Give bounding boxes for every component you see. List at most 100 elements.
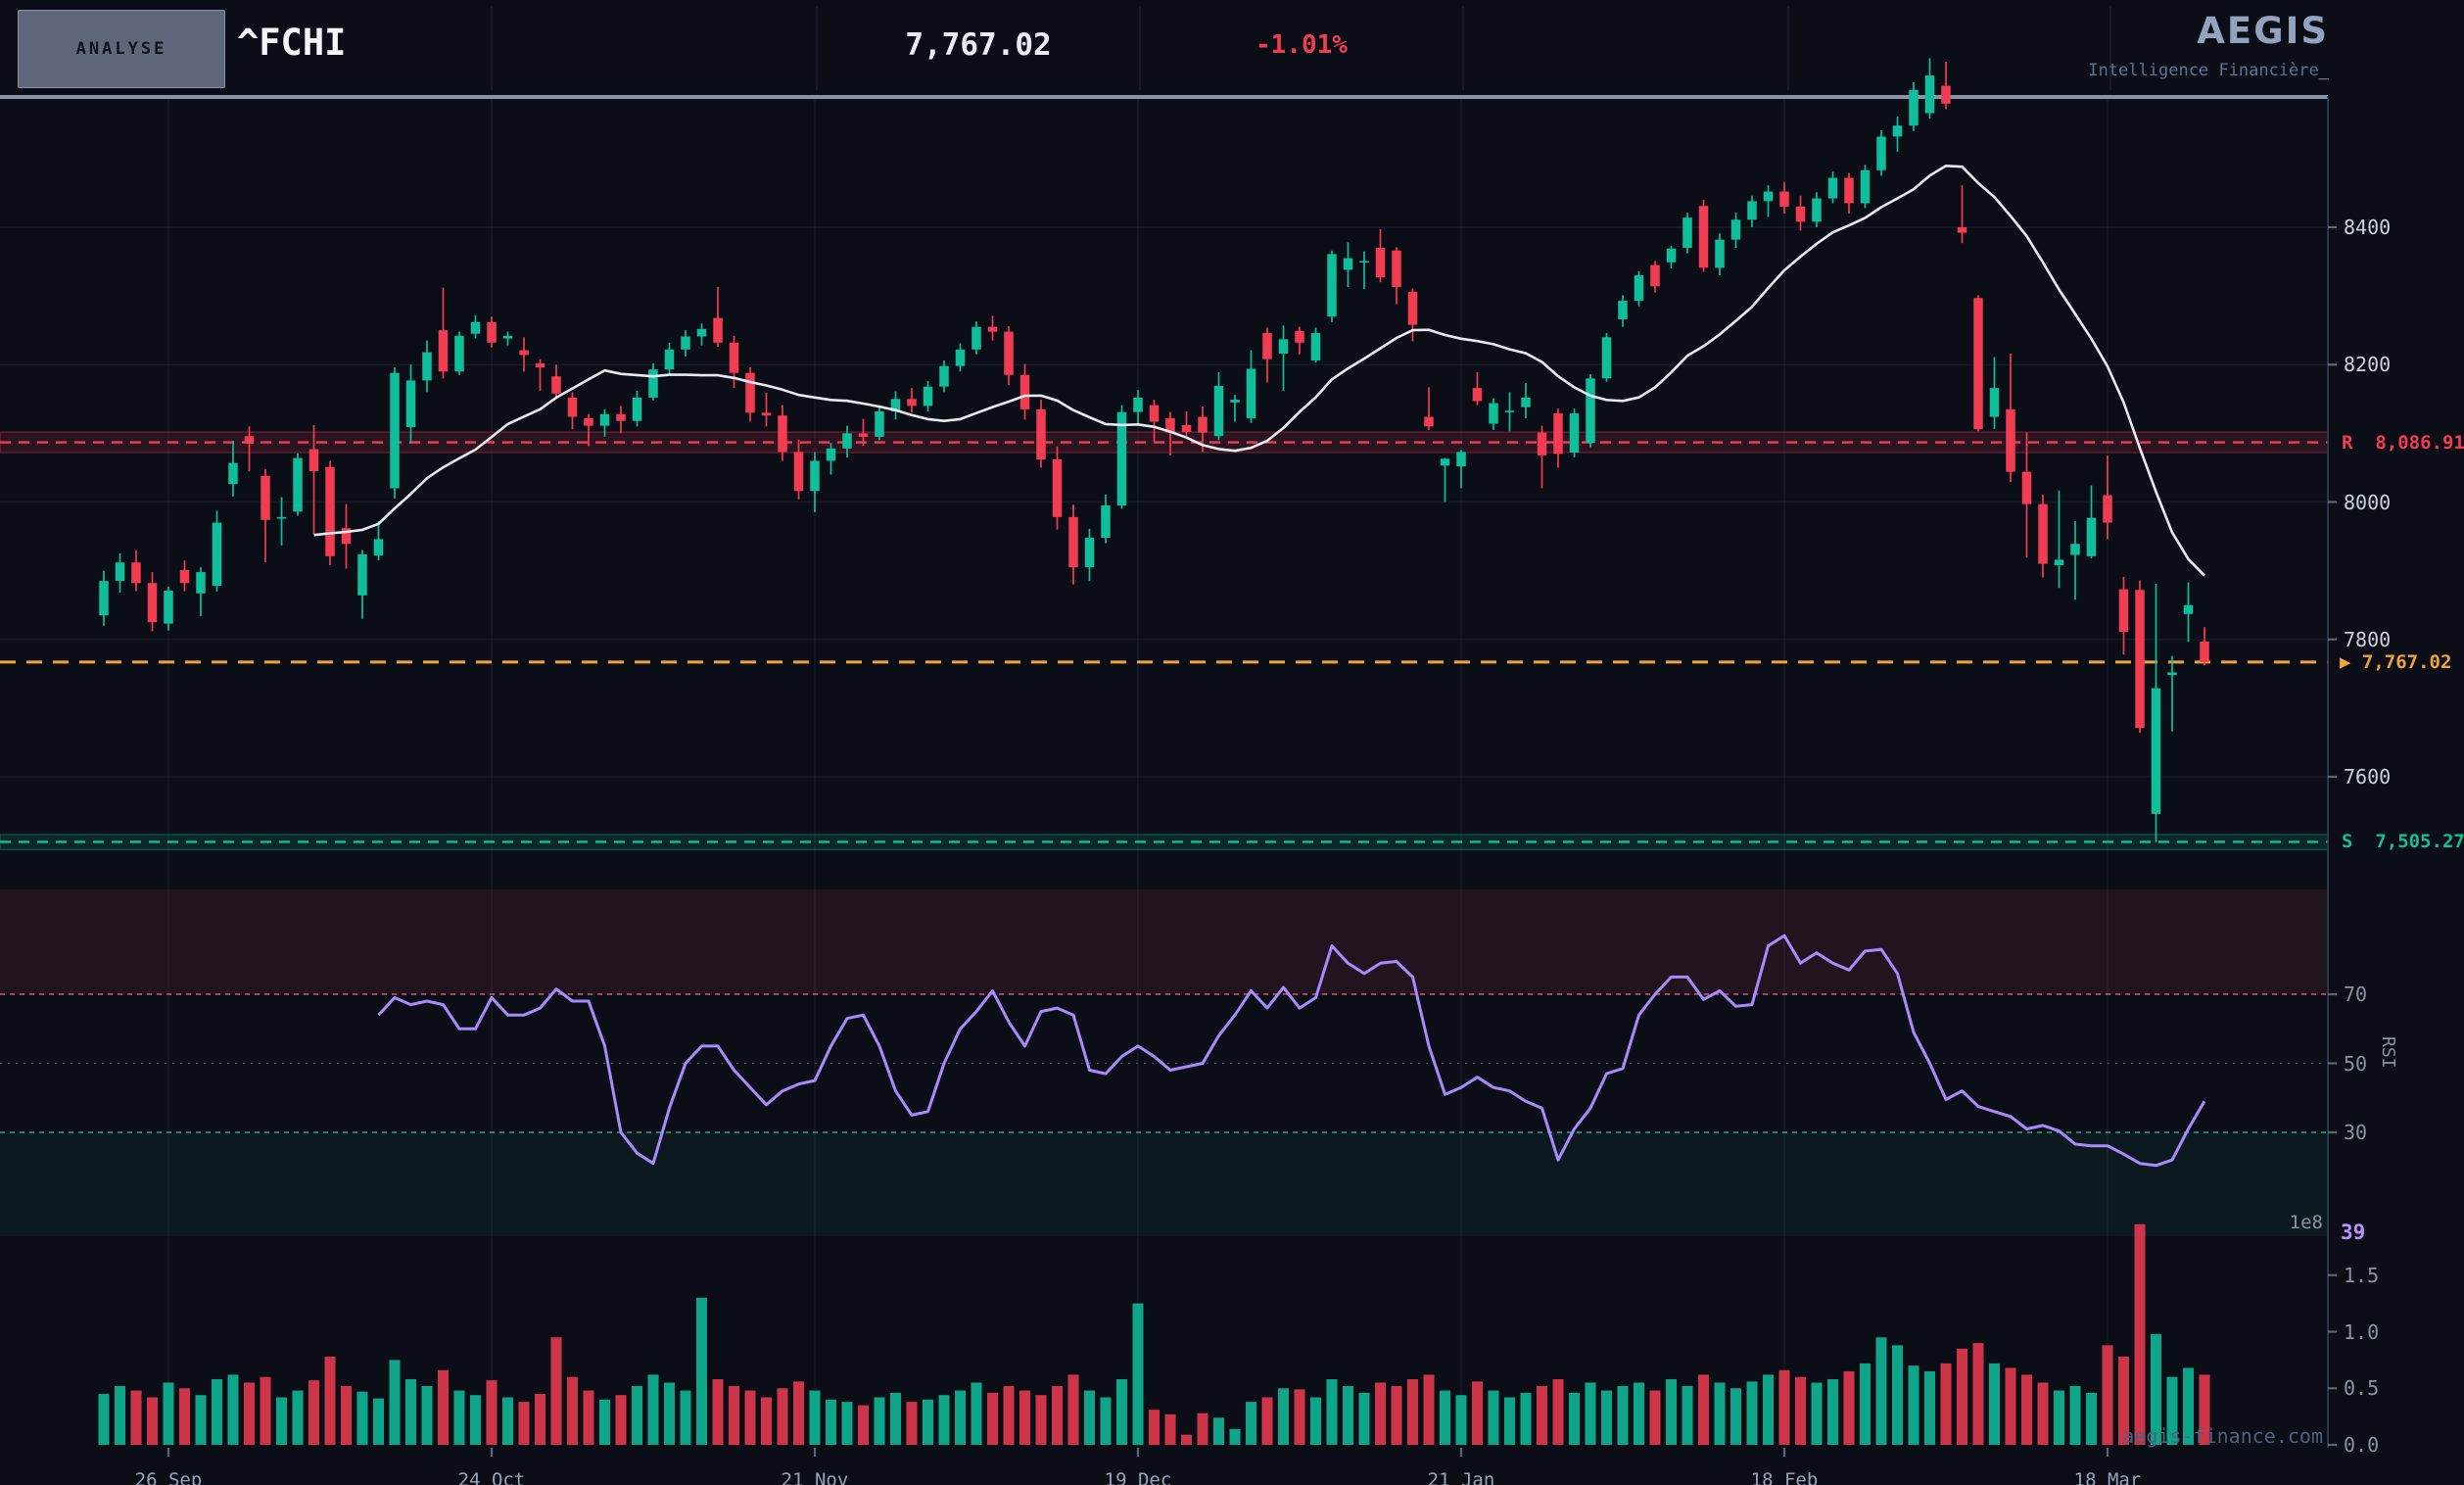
candle-body [1747, 201, 1757, 219]
volume-bar [858, 1406, 869, 1445]
volume-bar [1407, 1379, 1418, 1445]
candle-body [2103, 495, 2112, 522]
volume-bar [1730, 1388, 1741, 1445]
volume-bar [1019, 1391, 1030, 1445]
candle-body [1441, 458, 1450, 465]
candle-body [1182, 425, 1192, 432]
chart-canvas[interactable] [0, 0, 2464, 1485]
candle-body [406, 380, 416, 427]
volume-tick-label: 0.0 [2344, 1433, 2379, 1457]
date-tick-label: 26 Sep [135, 1469, 203, 1485]
volume-bar [357, 1392, 368, 1445]
candle-body [1020, 375, 1030, 409]
volume-bar [1569, 1393, 1580, 1445]
volume-bar [971, 1382, 982, 1445]
date-tick-label: 18 Mar [2074, 1469, 2142, 1485]
candle-body [1650, 265, 1660, 287]
candle-body [1521, 398, 1531, 407]
candle-body [956, 350, 966, 366]
volume-bar [1957, 1349, 1967, 1445]
volume-bar [212, 1379, 222, 1445]
volume-bar [1392, 1386, 1402, 1445]
resistance-level-label: R 8,086.91 [2342, 432, 2464, 454]
candle-body [1456, 452, 1466, 466]
candle-body [2152, 689, 2161, 814]
volume-bar [1634, 1382, 1644, 1445]
candle-body [1198, 417, 1208, 433]
volume-bar [276, 1397, 287, 1445]
volume-bar [1004, 1386, 1015, 1445]
volume-bar [373, 1399, 384, 1445]
candle-body [1150, 406, 1160, 422]
candle-body [1635, 275, 1644, 301]
candle-body [907, 399, 917, 406]
candle-body [503, 336, 513, 339]
candle-body [633, 398, 642, 421]
candle-body [1262, 333, 1272, 359]
candle-body [988, 327, 998, 332]
candle-body [1230, 400, 1240, 403]
candle-body [1327, 254, 1337, 316]
brand-subtitle: Intelligence Financière_ [1861, 61, 2329, 80]
candle-body [1844, 178, 1854, 204]
volume-bar [1747, 1381, 1758, 1445]
volume-bar [1068, 1374, 1079, 1445]
volume-bar [1827, 1379, 1838, 1445]
candle-body [1359, 261, 1369, 263]
volume-tick-label: 1.5 [2344, 1264, 2379, 1287]
trading-app: ANALYSE ^FCHI 7,767.02 -1.01% AEGIS Inte… [0, 0, 2464, 1485]
candle-body [1133, 398, 1143, 412]
rsi-last-value: 39 [2341, 1221, 2365, 1244]
candle-body [616, 414, 626, 421]
volume-bar [599, 1400, 610, 1445]
volume-bar [761, 1397, 772, 1445]
candle-body [1101, 505, 1111, 538]
price-tick-label: 8200 [2344, 353, 2391, 376]
volume-bar [1149, 1410, 1160, 1445]
volume-bar [1682, 1386, 1693, 1445]
volume-bar [729, 1386, 739, 1445]
candle-body [131, 562, 141, 583]
header-underline [0, 95, 2328, 99]
candle-body [536, 363, 545, 367]
price-tick-label: 8000 [2344, 491, 2391, 514]
candle-body [681, 336, 690, 349]
candle-body [600, 414, 610, 426]
volume-bar [422, 1386, 433, 1445]
candle-body [1779, 192, 1789, 207]
candle-body [1699, 206, 1709, 267]
candle-body [1279, 339, 1289, 354]
volume-bar [179, 1388, 190, 1445]
candle-body [762, 412, 772, 415]
candle-body [1538, 433, 1547, 455]
candle-body [1893, 125, 1903, 136]
volume-bar [1116, 1379, 1127, 1445]
candle-body [2184, 605, 2194, 614]
volume-bar [1230, 1429, 1241, 1445]
analyse-button[interactable]: ANALYSE [18, 10, 225, 88]
candle-body [309, 450, 319, 471]
volume-bar [2006, 1367, 2016, 1445]
volume-bar [1698, 1374, 1709, 1445]
volume-bar [1909, 1365, 1919, 1445]
volume-bar [1553, 1379, 1564, 1445]
date-tick-label: 21 Jan [1428, 1469, 1495, 1485]
volume-bar [405, 1379, 416, 1445]
candle-body [730, 343, 739, 373]
candle-body [116, 562, 125, 581]
volume-bar [1213, 1417, 1224, 1445]
volume-bar [745, 1391, 756, 1445]
brand-subtitle-text: Intelligence Financière [2088, 61, 2318, 80]
candle-body [1715, 240, 1725, 268]
volume-tick-label: 0.5 [2344, 1376, 2379, 1400]
volume-bar [2070, 1386, 2081, 1445]
volume-bar [535, 1394, 545, 1445]
volume-bar [2135, 1224, 2146, 1445]
candle-body [794, 452, 804, 491]
candle-body [245, 436, 255, 444]
price-tick-label: 7800 [2344, 628, 2391, 651]
candle-body [842, 433, 852, 448]
volume-bar [1165, 1414, 1176, 1445]
volume-bar [1295, 1389, 1305, 1445]
date-tick-label: 24 Oct [458, 1469, 526, 1485]
